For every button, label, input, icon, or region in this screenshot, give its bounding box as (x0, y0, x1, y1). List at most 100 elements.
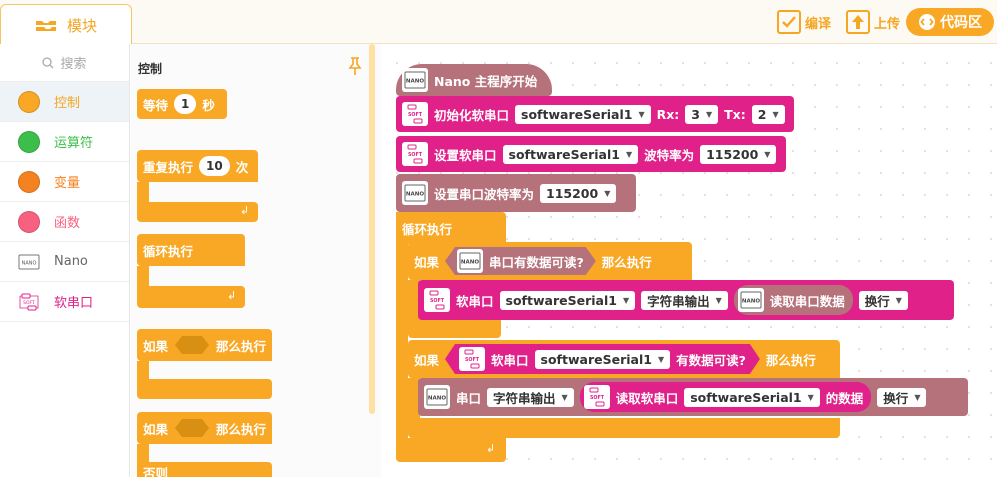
read-soft-serial-reporter[interactable]: SOFT 读取软串口 softwareSerial1 ▼ 的数据 (579, 382, 872, 412)
chevron-down-icon: ▼ (914, 392, 921, 402)
set-serial-baud-block[interactable]: NANO 设置串口波特率为 115200 ▼ (396, 174, 636, 212)
rx-label: Rx: (656, 106, 680, 122)
condition-slot-icon[interactable] (174, 418, 210, 438)
svg-text:NANO: NANO (461, 260, 479, 266)
wait-block[interactable]: 等待 1 秒 (137, 89, 227, 119)
category-nano[interactable]: NANO Nano (0, 242, 129, 282)
soft-serial-print-block[interactable]: SOFT 软串口 softwareSerial1 ▼ 字符串输出 ▼ NANO 读取… (418, 280, 954, 320)
modules-tab[interactable]: 模块 (0, 4, 132, 46)
top-bar: 模块 编译 上传 代码区 (0, 0, 997, 46)
code-workspace[interactable]: NANO Nano 主程序开始 SOFT 初始化软串口 softwareSeri… (381, 44, 997, 477)
chevron-down-icon: ▼ (625, 149, 633, 159)
tx-pin-dropdown[interactable]: 2 ▼ (751, 104, 785, 124)
if-a-footer (408, 318, 501, 338)
soft-serial-port-dropdown[interactable]: softwareSerial1 ▼ (502, 144, 639, 164)
serial-print-block[interactable]: NANO 串口 字符串输出 ▼ SOFT 读取软串口 softwareSerial… (418, 378, 968, 416)
category-operators[interactable]: 运算符 (0, 122, 129, 162)
chevron-down-icon: ▼ (638, 109, 645, 119)
check-icon (777, 10, 801, 34)
pin-icon[interactable] (347, 56, 363, 76)
nano-start-hat-block[interactable]: NANO Nano 主程序开始 (396, 64, 552, 96)
category-list: 搜索 控制 运算符 变量 函数 NANO Nano SOFT 软串口 (0, 44, 130, 477)
compile-label: 编译 (805, 16, 832, 32)
then-label: 那么执行 (765, 352, 816, 368)
soft-serial-port-dropdown[interactable]: softwareSerial1 ▼ (535, 350, 671, 369)
category-functions[interactable]: 函数 (0, 202, 129, 242)
serial-baud-dropdown[interactable]: 115200 ▼ (540, 183, 617, 203)
upload-button[interactable]: 上传 (846, 9, 900, 35)
workspace-scrollbar[interactable] (369, 48, 375, 410)
output-mode-dropdown[interactable]: 字符串输出 ▼ (641, 290, 728, 310)
read-serial-reporter[interactable]: NANO 读取串口数据 (733, 285, 853, 315)
forever-header: 循环执行 (137, 234, 245, 266)
newline-dropdown[interactable]: 换行 ▼ (877, 387, 927, 407)
if-footer (137, 379, 272, 399)
if-label: 如果 (143, 421, 169, 437)
svg-text:SOFT: SOFT (408, 112, 423, 118)
upload-icon (846, 10, 870, 34)
condition-slot-icon[interactable] (174, 335, 210, 355)
soft-serial-condition-label: 软串口 (491, 352, 529, 368)
code-icon (919, 14, 935, 30)
soft-serial-available-condition[interactable]: SOFT 软串口 softwareSerial1 ▼ 有数据可读? (445, 344, 760, 374)
svg-text:SOFT: SOFT (23, 300, 35, 306)
wait-seconds-input[interactable]: 1 (174, 94, 197, 114)
if-b-footer (408, 418, 840, 438)
wait-label: 等待 (143, 97, 169, 113)
serial-available-condition[interactable]: NANO 串口有数据可读? (445, 247, 596, 275)
set-soft-serial-baud-block[interactable]: SOFT 设置软串口 softwareSerial1 ▼ 波特率为 115200 ▼ (396, 136, 786, 172)
category-soft-serial[interactable]: SOFT 软串口 (0, 282, 129, 322)
code-area-button[interactable]: 代码区 (906, 8, 994, 36)
nano-device-icon: NANO (457, 249, 483, 273)
wait-unit: 秒 (202, 97, 215, 113)
repeat-arm (137, 182, 149, 204)
if-header: 如果 那么执行 (137, 329, 272, 361)
search-box[interactable]: 搜索 (0, 44, 129, 82)
svg-text:SOFT: SOFT (465, 357, 480, 363)
chevron-down-icon: ▼ (705, 109, 713, 119)
then-label: 那么执行 (216, 421, 267, 437)
compile-button[interactable]: 编译 (777, 9, 831, 35)
soft-baud-dropdown[interactable]: 115200 ▼ (700, 144, 777, 164)
nano-board-icon: NANO (18, 254, 40, 269)
init-soft-serial-block[interactable]: SOFT 初始化软串口 softwareSerial1 ▼ Rx: 3 ▼ Tx: … (396, 96, 794, 132)
baud-label: 波特率为 (644, 147, 695, 163)
if-arm (137, 361, 149, 381)
soft-serial-port-dropdown[interactable]: softwareSerial1 ▼ (684, 387, 820, 407)
repeat-label: 重复执行 (143, 159, 194, 175)
category-control[interactable]: 控制 (0, 82, 129, 122)
svg-text:NANO: NANO (406, 192, 424, 198)
category-label: 运算符 (54, 136, 94, 151)
tx-label: Tx: (724, 106, 746, 122)
newline-dropdown[interactable]: 换行 ▼ (858, 290, 908, 310)
blocks-icon (35, 20, 56, 31)
chevron-down-icon: ▼ (604, 188, 611, 198)
soft-serial-port-dropdown[interactable]: softwareSerial1 ▼ (515, 104, 651, 124)
nano-start-label: Nano 主程序开始 (434, 73, 538, 89)
if-label: 如果 (414, 352, 440, 368)
forever-loop-arm (396, 244, 408, 444)
forever-label: 循环执行 (143, 243, 194, 259)
control-color-dot (18, 90, 40, 113)
rx-pin-dropdown[interactable]: 3 ▼ (685, 104, 719, 124)
chevron-down-icon: ▼ (807, 392, 814, 402)
if-else-header: 如果 那么执行 (137, 412, 272, 444)
svg-text:SOFT: SOFT (408, 152, 423, 158)
svg-text:SOFT: SOFT (590, 395, 605, 401)
soft-serial-icon: SOFT (402, 142, 428, 166)
soft-serial-icon: SOFT (19, 293, 39, 310)
svg-text:NANO: NANO (406, 79, 424, 85)
category-label: Nano (54, 254, 88, 269)
nano-device-icon: NANO (402, 68, 428, 92)
loop-arrow-icon: ↲ (240, 204, 250, 217)
chevron-down-icon: ▼ (715, 295, 722, 305)
functions-color-dot (18, 210, 40, 233)
search-icon (42, 56, 54, 68)
soft-serial-port-dropdown[interactable]: softwareSerial1 ▼ (499, 290, 636, 310)
repeat-count-input[interactable]: 10 (199, 156, 230, 176)
soft-serial-icon: SOFT (459, 347, 485, 371)
category-variables[interactable]: 变量 (0, 162, 129, 202)
init-soft-serial-label: 初始化软串口 (434, 107, 510, 123)
output-mode-dropdown[interactable]: 字符串输出 ▼ (487, 387, 574, 407)
if-b-header: 如果 SOFT 软串口 softwareSerial1 ▼ 有数据可读? 那么执行 (408, 340, 840, 378)
